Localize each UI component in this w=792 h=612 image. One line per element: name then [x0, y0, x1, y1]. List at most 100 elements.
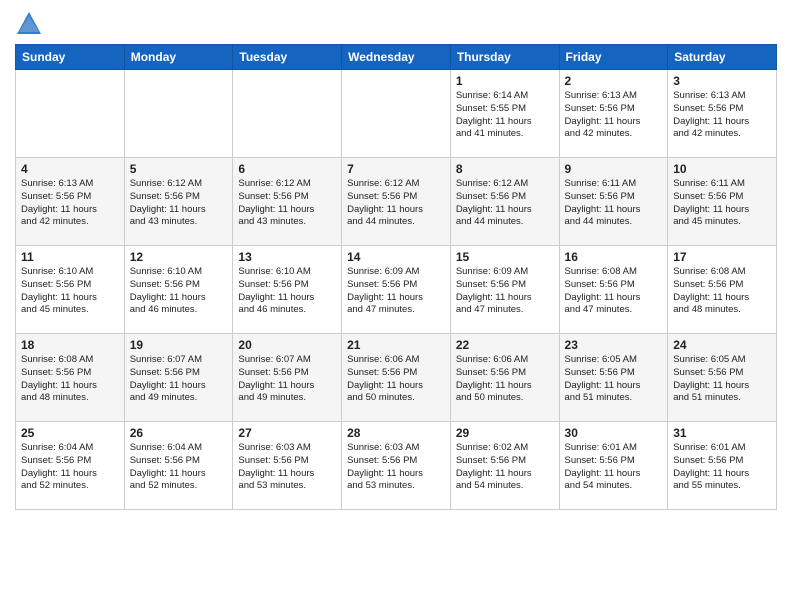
day-number: 8: [456, 162, 554, 176]
calendar-cell: [16, 70, 125, 158]
calendar-cell: [342, 70, 451, 158]
day-info: Sunrise: 6:08 AM Sunset: 5:56 PM Dayligh…: [21, 354, 119, 405]
calendar-week-3: 18 Sunrise: 6:08 AM Sunset: 5:56 PM Dayli…: [16, 334, 777, 422]
day-number: 10: [673, 162, 771, 176]
calendar-cell: 11 Sunrise: 6:10 AM Sunset: 5:56 PM Dayli…: [16, 246, 125, 334]
calendar-cell: 1 Sunrise: 6:14 AM Sunset: 5:55 PM Daylig…: [450, 70, 559, 158]
day-number: 29: [456, 426, 554, 440]
day-number: 14: [347, 250, 445, 264]
day-number: 11: [21, 250, 119, 264]
calendar-cell: 3 Sunrise: 6:13 AM Sunset: 5:56 PM Daylig…: [668, 70, 777, 158]
day-number: 1: [456, 74, 554, 88]
calendar-cell: 5 Sunrise: 6:12 AM Sunset: 5:56 PM Daylig…: [124, 158, 233, 246]
day-number: 2: [565, 74, 663, 88]
day-info: Sunrise: 6:02 AM Sunset: 5:56 PM Dayligh…: [456, 442, 554, 493]
day-info: Sunrise: 6:05 AM Sunset: 5:56 PM Dayligh…: [565, 354, 663, 405]
day-number: 18: [21, 338, 119, 352]
day-number: 17: [673, 250, 771, 264]
col-header-wednesday: Wednesday: [342, 45, 451, 70]
calendar-cell: 17 Sunrise: 6:08 AM Sunset: 5:56 PM Dayli…: [668, 246, 777, 334]
col-header-saturday: Saturday: [668, 45, 777, 70]
calendar-week-1: 4 Sunrise: 6:13 AM Sunset: 5:56 PM Daylig…: [16, 158, 777, 246]
day-info: Sunrise: 6:01 AM Sunset: 5:56 PM Dayligh…: [673, 442, 771, 493]
calendar-cell: 23 Sunrise: 6:05 AM Sunset: 5:56 PM Dayli…: [559, 334, 668, 422]
day-info: Sunrise: 6:13 AM Sunset: 5:56 PM Dayligh…: [21, 178, 119, 229]
calendar-week-4: 25 Sunrise: 6:04 AM Sunset: 5:56 PM Dayli…: [16, 422, 777, 510]
day-number: 3: [673, 74, 771, 88]
day-number: 12: [130, 250, 228, 264]
day-info: Sunrise: 6:09 AM Sunset: 5:56 PM Dayligh…: [347, 266, 445, 317]
calendar-cell: 8 Sunrise: 6:12 AM Sunset: 5:56 PM Daylig…: [450, 158, 559, 246]
day-number: 5: [130, 162, 228, 176]
day-number: 30: [565, 426, 663, 440]
header: [15, 10, 777, 38]
day-number: 13: [238, 250, 336, 264]
calendar-cell: 10 Sunrise: 6:11 AM Sunset: 5:56 PM Dayli…: [668, 158, 777, 246]
calendar-cell: [233, 70, 342, 158]
calendar-cell: 9Sunrise: 6:11 AM Sunset: 5:56 PM Daylig…: [559, 158, 668, 246]
day-info: Sunrise: 6:13 AM Sunset: 5:56 PM Dayligh…: [673, 90, 771, 141]
day-info: Sunrise: 6:10 AM Sunset: 5:56 PM Dayligh…: [130, 266, 228, 317]
page: SundayMondayTuesdayWednesdayThursdayFrid…: [0, 0, 792, 612]
day-number: 23: [565, 338, 663, 352]
day-info: Sunrise: 6:08 AM Sunset: 5:56 PM Dayligh…: [565, 266, 663, 317]
calendar-cell: 15Sunrise: 6:09 AM Sunset: 5:56 PM Dayli…: [450, 246, 559, 334]
calendar-cell: 30Sunrise: 6:01 AM Sunset: 5:56 PM Dayli…: [559, 422, 668, 510]
day-number: 20: [238, 338, 336, 352]
day-number: 4: [21, 162, 119, 176]
day-info: Sunrise: 6:10 AM Sunset: 5:56 PM Dayligh…: [238, 266, 336, 317]
logo: [15, 10, 47, 38]
calendar-cell: 12 Sunrise: 6:10 AM Sunset: 5:56 PM Dayli…: [124, 246, 233, 334]
day-number: 21: [347, 338, 445, 352]
day-number: 24: [673, 338, 771, 352]
day-info: Sunrise: 6:03 AM Sunset: 5:56 PM Dayligh…: [238, 442, 336, 493]
day-number: 9: [565, 162, 663, 176]
calendar-table: SundayMondayTuesdayWednesdayThursdayFrid…: [15, 44, 777, 510]
day-info: Sunrise: 6:06 AM Sunset: 5:56 PM Dayligh…: [347, 354, 445, 405]
day-number: 26: [130, 426, 228, 440]
day-info: Sunrise: 6:12 AM Sunset: 5:56 PM Dayligh…: [238, 178, 336, 229]
day-number: 6: [238, 162, 336, 176]
day-info: Sunrise: 6:12 AM Sunset: 5:56 PM Dayligh…: [347, 178, 445, 229]
day-info: Sunrise: 6:08 AM Sunset: 5:56 PM Dayligh…: [673, 266, 771, 317]
day-info: Sunrise: 6:06 AM Sunset: 5:56 PM Dayligh…: [456, 354, 554, 405]
calendar-week-2: 11 Sunrise: 6:10 AM Sunset: 5:56 PM Dayli…: [16, 246, 777, 334]
day-info: Sunrise: 6:05 AM Sunset: 5:56 PM Dayligh…: [673, 354, 771, 405]
calendar-cell: 22 Sunrise: 6:06 AM Sunset: 5:56 PM Dayli…: [450, 334, 559, 422]
calendar-header-row: SundayMondayTuesdayWednesdayThursdayFrid…: [16, 45, 777, 70]
calendar-cell: 24 Sunrise: 6:05 AM Sunset: 5:56 PM Dayli…: [668, 334, 777, 422]
day-number: 27: [238, 426, 336, 440]
day-info: Sunrise: 6:07 AM Sunset: 5:56 PM Dayligh…: [238, 354, 336, 405]
calendar-cell: 28Sunrise: 6:03 AM Sunset: 5:56 PM Dayli…: [342, 422, 451, 510]
day-number: 19: [130, 338, 228, 352]
day-info: Sunrise: 6:04 AM Sunset: 5:56 PM Dayligh…: [130, 442, 228, 493]
day-info: Sunrise: 6:07 AM Sunset: 5:56 PM Dayligh…: [130, 354, 228, 405]
calendar-cell: 7 Sunrise: 6:12 AM Sunset: 5:56 PM Daylig…: [342, 158, 451, 246]
col-header-thursday: Thursday: [450, 45, 559, 70]
calendar-cell: 21 Sunrise: 6:06 AM Sunset: 5:56 PM Dayli…: [342, 334, 451, 422]
calendar-cell: [124, 70, 233, 158]
calendar-cell: 25Sunrise: 6:04 AM Sunset: 5:56 PM Dayli…: [16, 422, 125, 510]
day-info: Sunrise: 6:12 AM Sunset: 5:56 PM Dayligh…: [456, 178, 554, 229]
calendar-cell: 13 Sunrise: 6:10 AM Sunset: 5:56 PM Dayli…: [233, 246, 342, 334]
calendar-cell: 18 Sunrise: 6:08 AM Sunset: 5:56 PM Dayli…: [16, 334, 125, 422]
day-info: Sunrise: 6:10 AM Sunset: 5:56 PM Dayligh…: [21, 266, 119, 317]
day-info: Sunrise: 6:14 AM Sunset: 5:55 PM Dayligh…: [456, 90, 554, 141]
day-number: 25: [21, 426, 119, 440]
calendar-week-0: 1 Sunrise: 6:14 AM Sunset: 5:55 PM Daylig…: [16, 70, 777, 158]
day-number: 16: [565, 250, 663, 264]
day-number: 31: [673, 426, 771, 440]
day-info: Sunrise: 6:12 AM Sunset: 5:56 PM Dayligh…: [130, 178, 228, 229]
calendar-cell: 6 Sunrise: 6:12 AM Sunset: 5:56 PM Daylig…: [233, 158, 342, 246]
calendar-cell: 4 Sunrise: 6:13 AM Sunset: 5:56 PM Daylig…: [16, 158, 125, 246]
day-number: 28: [347, 426, 445, 440]
day-number: 7: [347, 162, 445, 176]
day-number: 22: [456, 338, 554, 352]
calendar-cell: 19 Sunrise: 6:07 AM Sunset: 5:56 PM Dayli…: [124, 334, 233, 422]
logo-icon: [15, 10, 43, 38]
col-header-monday: Monday: [124, 45, 233, 70]
calendar-cell: 26 Sunrise: 6:04 AM Sunset: 5:56 PM Dayli…: [124, 422, 233, 510]
calendar-cell: 2Sunrise: 6:13 AM Sunset: 5:56 PM Daylig…: [559, 70, 668, 158]
calendar-cell: 31 Sunrise: 6:01 AM Sunset: 5:56 PM Dayli…: [668, 422, 777, 510]
day-info: Sunrise: 6:11 AM Sunset: 5:56 PM Dayligh…: [673, 178, 771, 229]
